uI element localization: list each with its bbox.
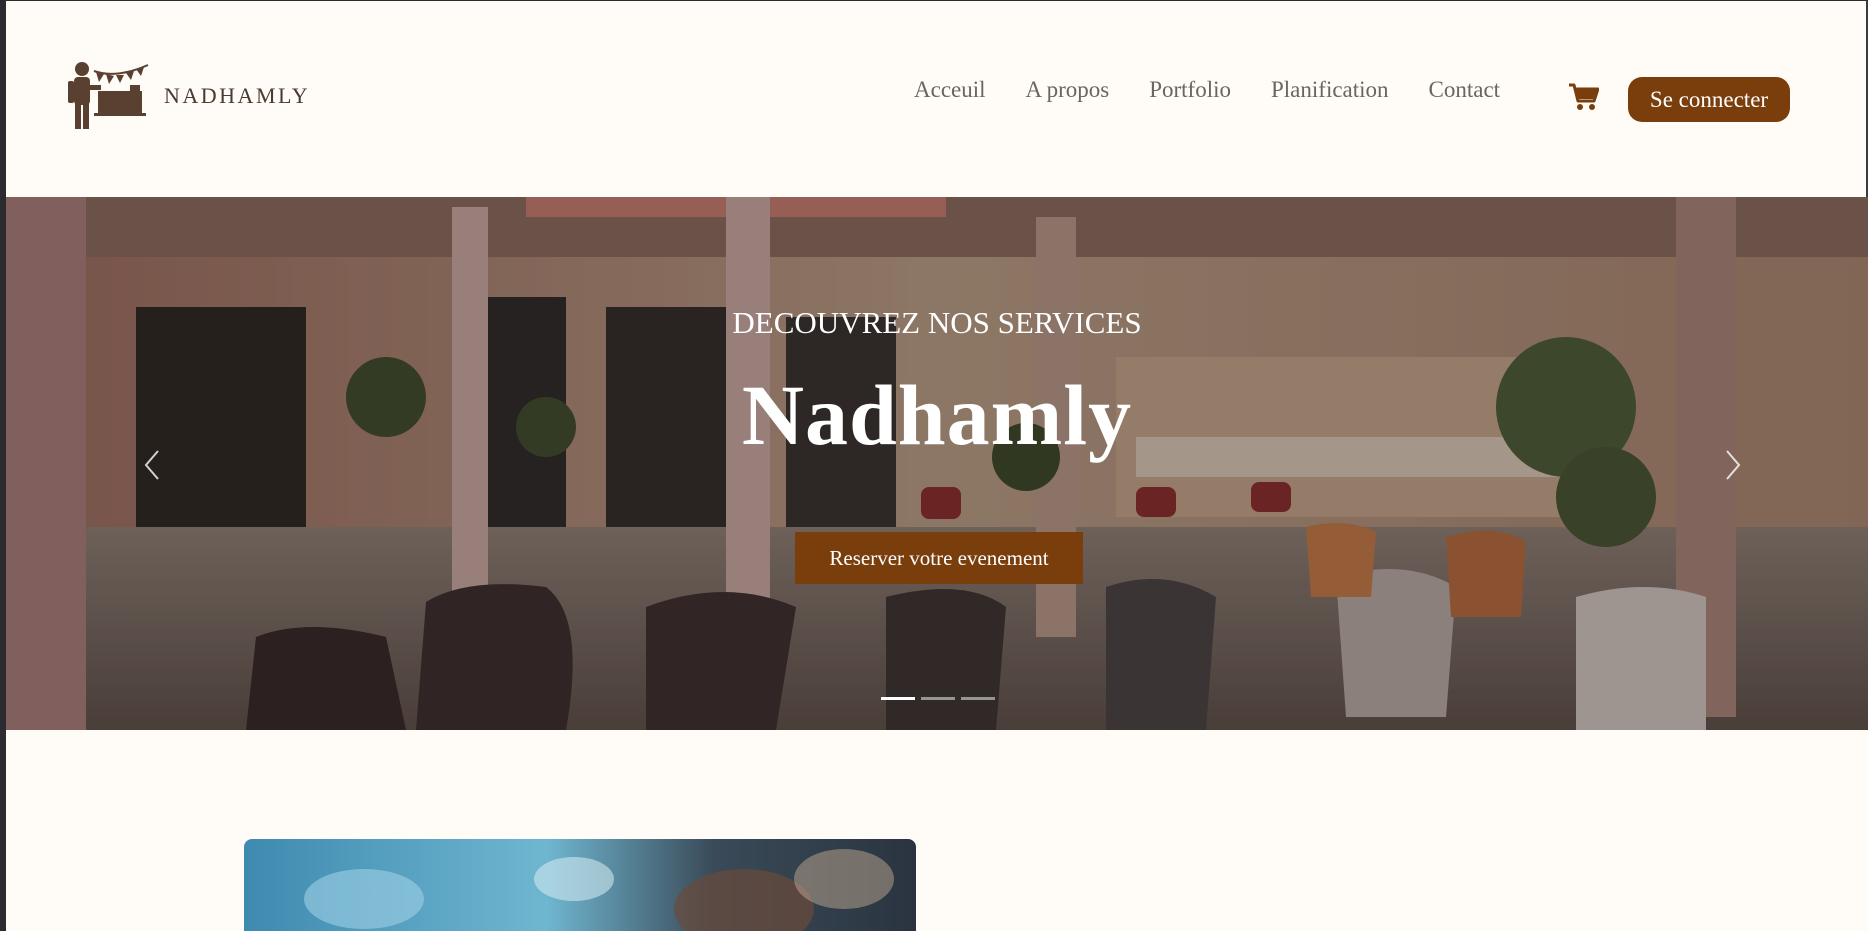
- nav-link-a-propos[interactable]: A propos: [1026, 77, 1110, 103]
- brand-name: NADHAMLY: [164, 83, 311, 108]
- cart-button[interactable]: [1569, 83, 1600, 116]
- site-header: NADHAMLY Acceuil A propos Portfolio Plan…: [6, 1, 1868, 197]
- login-button[interactable]: Se connecter: [1628, 77, 1790, 122]
- carousel-indicator-2[interactable]: [921, 697, 955, 700]
- brand-logo[interactable]: NADHAMLY: [68, 59, 310, 131]
- reserve-event-button[interactable]: Reserver votre evenement: [795, 532, 1083, 584]
- chevron-left-icon: [144, 450, 159, 480]
- carousel-next-button[interactable]: [1721, 445, 1745, 485]
- hero-carousel: DECOUVREZ NOS SERVICES Nadhamly Reserver…: [6, 197, 1868, 730]
- nav-link-contact[interactable]: Contact: [1429, 77, 1501, 103]
- page: NADHAMLY Acceuil A propos Portfolio Plan…: [6, 0, 1868, 931]
- cart-icon: [1569, 83, 1600, 110]
- main-nav: Acceuil A propos Portfolio Planification…: [914, 77, 1540, 103]
- carousel-indicators: [881, 697, 1001, 700]
- blurred-photo: [244, 839, 916, 931]
- nav-link-portfolio[interactable]: Portfolio: [1149, 77, 1231, 103]
- carousel-prev-button[interactable]: [140, 445, 164, 485]
- hero-subtitle: DECOUVREZ NOS SERVICES: [732, 305, 1142, 340]
- nav-link-acceuil[interactable]: Acceuil: [914, 77, 986, 103]
- chevron-right-icon: [1726, 450, 1741, 480]
- carousel-indicator-3[interactable]: [961, 697, 995, 700]
- section-image: [244, 839, 916, 931]
- nav-link-planification[interactable]: Planification: [1271, 77, 1389, 103]
- waiter-bunting-logo-icon: [68, 62, 149, 129]
- carousel-indicator-1[interactable]: [881, 697, 915, 700]
- hero-title: Nadhamly: [741, 367, 1133, 463]
